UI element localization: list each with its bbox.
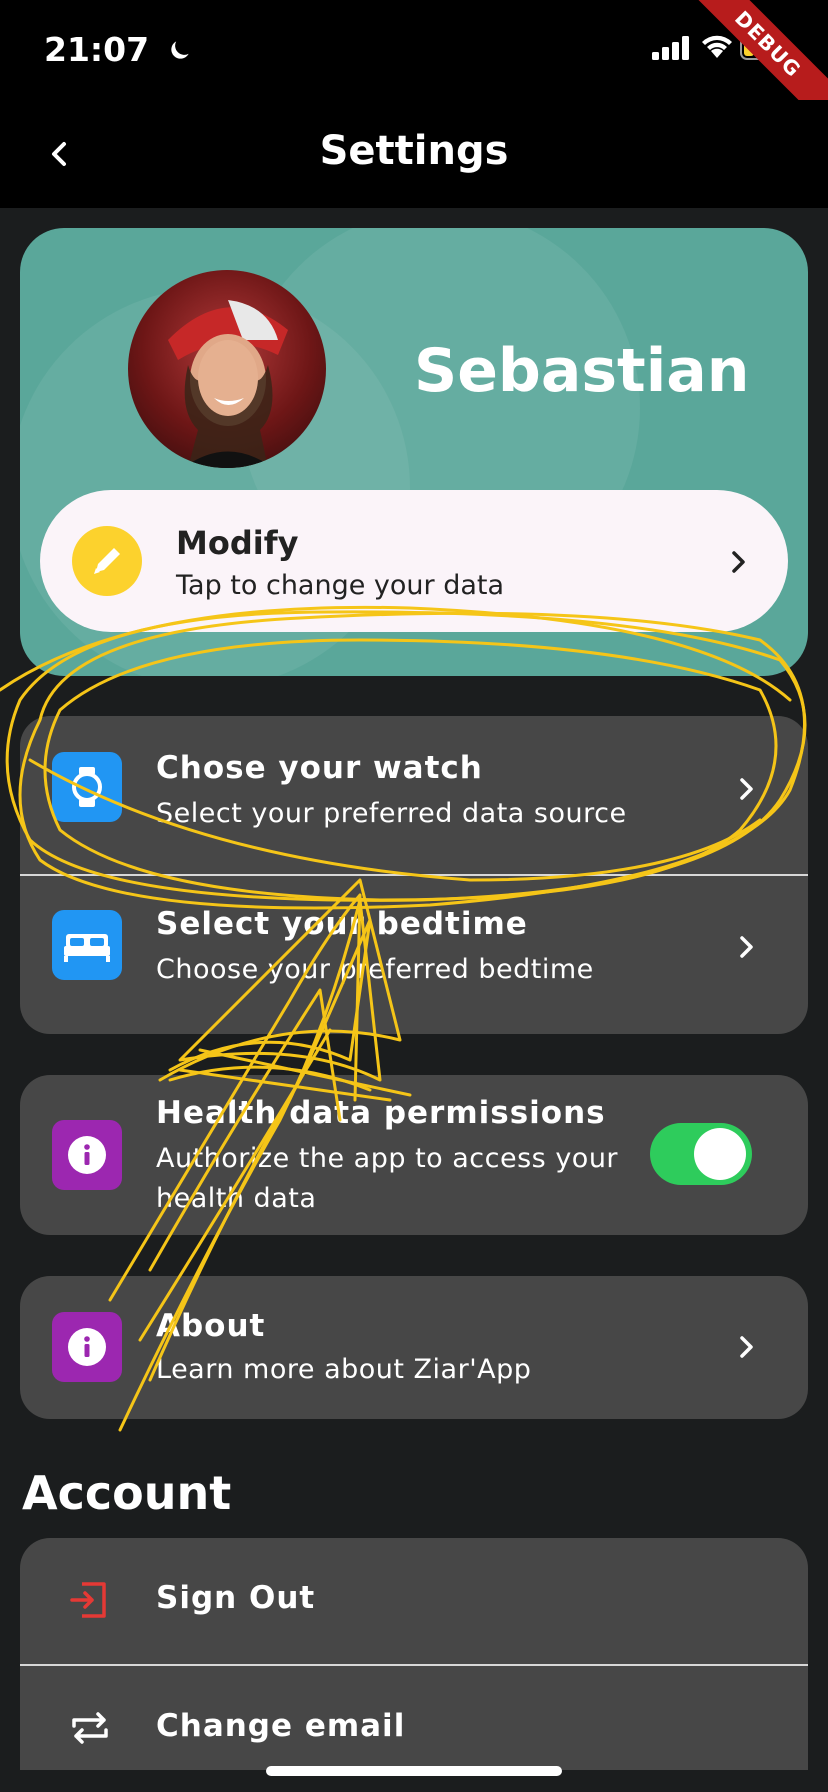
health-permissions-row: Health data permissions Authorize the ap… [20,1075,808,1235]
watch-subtitle: Select your preferred data source [156,798,627,829]
health-permissions-toggle[interactable] [650,1123,752,1185]
swap-icon [72,1712,108,1744]
avatar[interactable] [128,270,326,468]
wifi-icon [702,35,732,58]
bed-icon-tile [52,910,122,980]
settings-group-health: Health data permissions Authorize the ap… [20,1075,808,1235]
moon-icon [170,41,189,59]
status-time: 21:07 [44,30,193,69]
bed-icon [64,934,110,962]
modify-icon-circle [72,526,142,596]
status-bar: 21:07 DEBUG [0,0,828,149]
watch-icon [72,767,102,807]
health-subtitle-line1: Authorize the app to access your [156,1143,619,1174]
bedtime-subtitle: Choose your preferred bedtime [156,954,594,985]
info-icon [68,1328,106,1366]
about-row[interactable]: About Learn more about Ziar'App [20,1276,808,1419]
chevron-right-icon [740,1336,753,1358]
info-icon-tile [52,1120,122,1190]
settings-group-about: About Learn more about Ziar'App [20,1276,808,1419]
settings-group-account: Sign Out Change email [20,1538,808,1770]
time-text: 21:07 [44,30,150,69]
sign-out-row[interactable]: Sign Out [20,1538,808,1664]
health-title: Health data permissions [156,1095,606,1131]
change-email-row[interactable]: Change email [20,1666,808,1770]
modify-profile-button[interactable]: Modify Tap to change your data [40,490,788,632]
bedtime-setting-row[interactable]: Select your bedtime Choose your preferre… [20,876,808,1034]
pencil-icon [94,548,120,574]
watch-setting-row[interactable]: Chose your watch Select your preferred d… [20,716,808,874]
modify-subtitle: Tap to change your data [176,570,505,601]
bedtime-title: Select your bedtime [156,906,528,942]
settings-group-devices: Chose your watch Select your preferred d… [20,716,808,1034]
watch-title: Chose your watch [156,750,483,786]
info-icon-tile [52,1312,122,1382]
toggle-knob [694,1128,746,1180]
watch-icon-tile [52,752,122,822]
signal-icon [652,36,689,60]
profile-card: Sebastian Modify Tap to change your data [20,228,808,676]
health-subtitle-line2: health data [156,1183,317,1214]
modify-title: Modify [176,524,299,562]
chevron-right-icon [740,936,753,958]
chevron-right-icon [732,551,745,573]
chevron-right-icon [740,778,753,800]
home-indicator [266,1766,562,1776]
about-title: About [156,1308,266,1344]
sign-out-icon [70,1582,106,1618]
page-title: Settings [319,128,509,174]
sign-out-label: Sign Out [156,1580,316,1616]
profile-name: Sebastian [414,336,750,406]
change-email-label: Change email [156,1708,406,1744]
about-subtitle: Learn more about Ziar'App [156,1354,532,1385]
info-icon [68,1136,106,1174]
app-bar: Settings [0,100,828,208]
avatar-photo [168,300,288,468]
account-section-title: Account [22,1466,232,1520]
